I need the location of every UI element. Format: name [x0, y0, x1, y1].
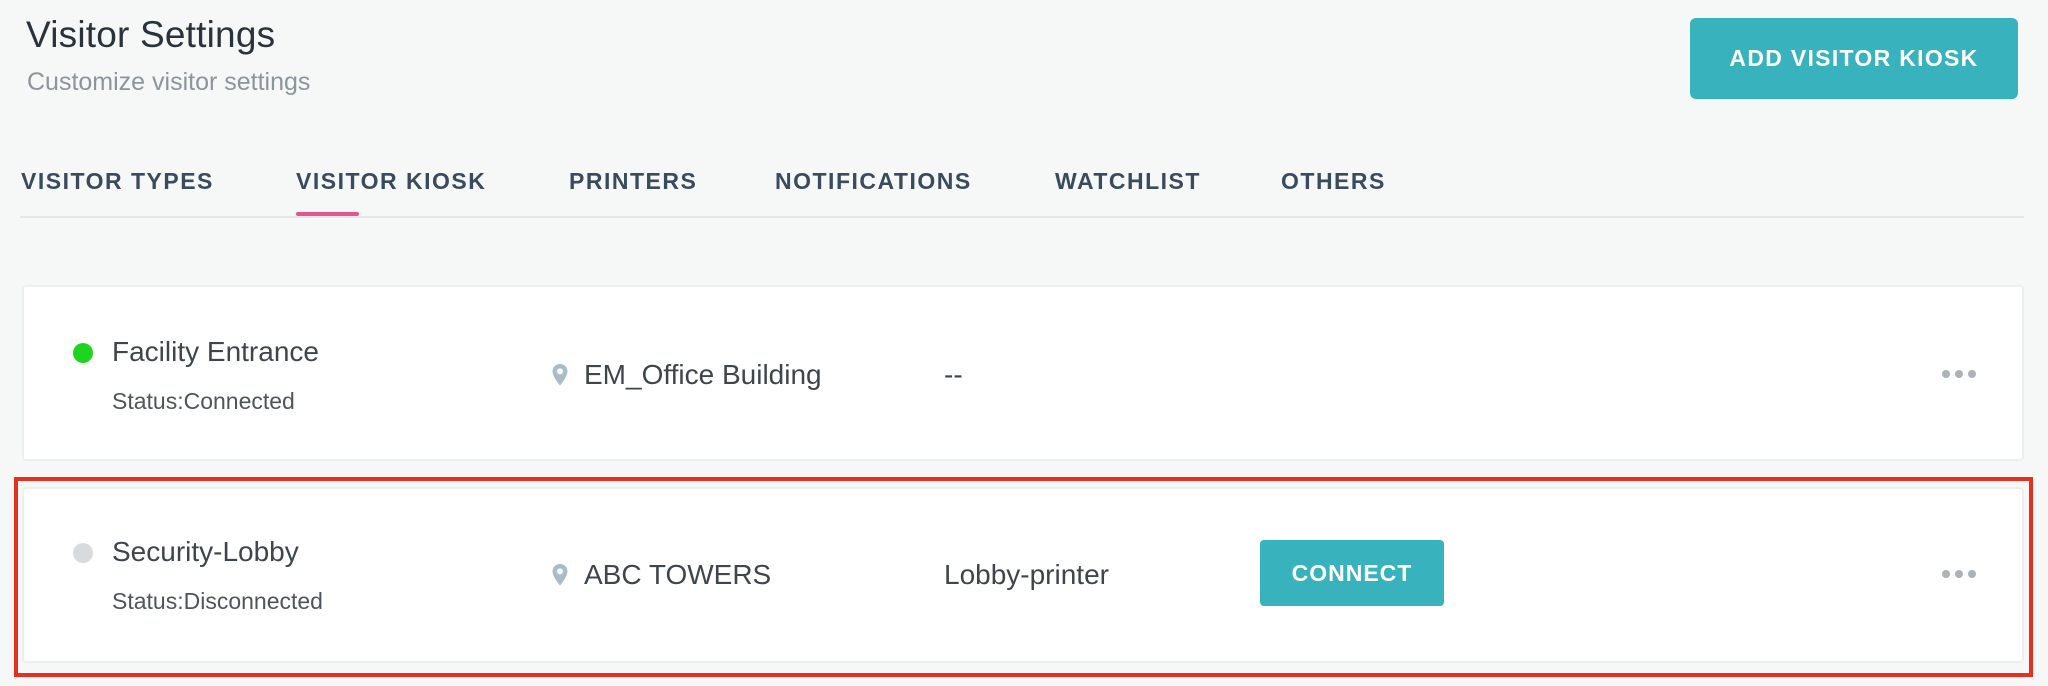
map-pin-icon: [552, 364, 568, 386]
kiosk-name: Security-Lobby: [112, 536, 299, 567]
tab-visitor-kiosk[interactable]: VISITOR KIOSK: [296, 168, 486, 195]
kiosk-name: Facility Entrance: [112, 336, 319, 367]
more-horizontal-icon[interactable]: [1942, 569, 1976, 579]
tab-watchlist[interactable]: WATCHLIST: [1055, 168, 1201, 195]
active-tab-indicator: [296, 212, 359, 216]
tab-visitor-types[interactable]: VISITOR TYPES: [21, 168, 214, 195]
map-pin-icon: [552, 564, 568, 586]
kiosk-location: EM_Office Building: [584, 359, 822, 390]
add-visitor-kiosk-button[interactable]: ADD VISITOR KIOSK: [1690, 18, 2018, 99]
settings-tabs: VISITOR TYPES VISITOR KIOSK PRINTERS NOT…: [20, 156, 2024, 218]
tab-printers[interactable]: PRINTERS: [569, 168, 697, 195]
tab-others[interactable]: OTHERS: [1281, 168, 1386, 195]
status-dot-icon: [73, 543, 93, 563]
more-horizontal-icon[interactable]: [1942, 369, 1976, 379]
kiosk-printer: --: [944, 359, 963, 390]
page-subtitle: Customize visitor settings: [27, 68, 311, 96]
tab-notifications[interactable]: NOTIFICATIONS: [775, 168, 972, 195]
page-title: Visitor Settings: [26, 14, 276, 55]
connect-button[interactable]: CONNECT: [1260, 540, 1444, 606]
kiosk-printer: Lobby-printer: [944, 559, 1109, 590]
kiosk-card[interactable]: Security-Lobby Status:Disconnected ABC T…: [22, 487, 2024, 663]
kiosk-card[interactable]: Facility Entrance Status:Connected EM_Of…: [22, 285, 2024, 461]
kiosk-status: Status:Connected: [112, 388, 295, 414]
kiosk-status: Status:Disconnected: [112, 588, 323, 614]
kiosk-location: ABC TOWERS: [584, 559, 772, 590]
status-dot-icon: [73, 343, 93, 363]
